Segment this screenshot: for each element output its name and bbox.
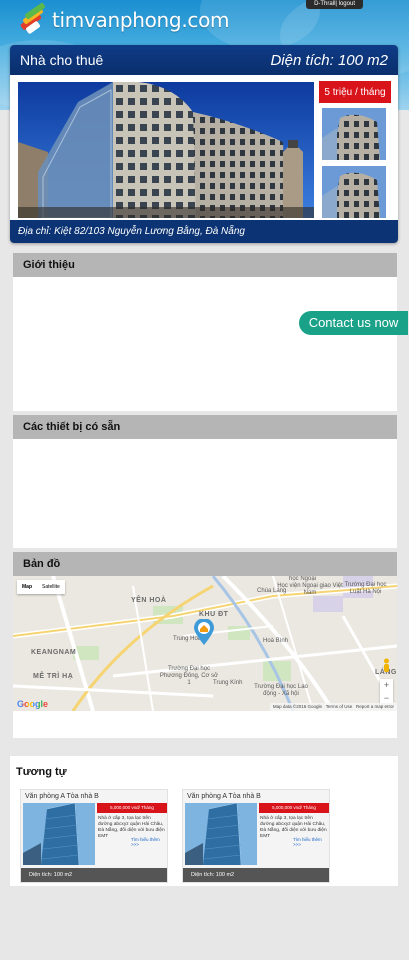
similar-card[interactable]: Văn phòng A Tòa nhà B 5,000,000 vnd/ Thá… <box>182 789 330 883</box>
map-terms-link[interactable]: Terms of Use <box>326 704 353 709</box>
main-photo[interactable] <box>18 82 314 218</box>
map-footer: Map data ©2016 Google Terms of Use Repor… <box>269 703 397 711</box>
zoom-in-button[interactable]: + <box>380 679 393 692</box>
map-type-control: Map Satellite <box>17 580 65 594</box>
property-address: Địa chỉ: Kiệt 82/103 Nguyễn Lương Bằng, … <box>10 220 398 243</box>
separator: | <box>335 1 337 7</box>
property-card: Nhà cho thuê Diện tích: 100 m2 5 triệu /… <box>10 45 398 243</box>
user-link[interactable]: D-Thrall <box>314 1 335 7</box>
map-label-lao-dong: Trường Đại học Lao động - Xã hội <box>254 684 308 697</box>
map-label-phuong-dong: Trường Đại học Phương Đông, Cơ sở 1 <box>159 666 219 686</box>
similar-card[interactable]: Văn phòng A Tòa nhà B 5,000,000 vnd/ Thá… <box>20 789 168 883</box>
thumbnail-2[interactable] <box>322 166 386 218</box>
logout-link[interactable]: logout <box>339 1 355 7</box>
map-data-credit: Map data ©2016 Google <box>272 704 323 709</box>
logo-text: timvanphong.com <box>52 8 230 32</box>
similar-more-link[interactable]: Tìm hiểu thêm >>> <box>293 837 329 847</box>
similar-more-link[interactable]: Tìm hiểu thêm >>> <box>131 837 167 847</box>
similar-area: Diện tích: 100 m2 <box>21 868 167 882</box>
contact-us-button[interactable]: Contact us now <box>299 311 408 335</box>
map-type-satellite[interactable]: Satellite <box>37 580 65 594</box>
similar-name: Văn phòng A Tòa nhà B <box>187 793 261 800</box>
thumbnail-1[interactable] <box>322 108 386 160</box>
map-label-me-tri-ha: MỄ TRÌ HẠ <box>33 673 74 680</box>
equipment-section: Các thiết bị có sẵn <box>13 415 397 548</box>
map-type-map[interactable]: Map <box>17 580 37 594</box>
similar-photo[interactable] <box>185 803 257 865</box>
section-title-equipment: Các thiết bị có sẵn <box>13 415 397 439</box>
map-label-hoc-ngoai: học Ngoại <box>289 576 317 582</box>
pegman-icon[interactable] <box>382 658 391 674</box>
map-label-trung-kinh: Trung Kính <box>213 680 243 686</box>
google-logo: Google <box>17 699 48 709</box>
price-tag: 5 triệu / tháng <box>319 81 391 103</box>
logo-icon <box>18 2 46 35</box>
similar-price: 5,000,000 vnd/ Tháng <box>259 803 329 813</box>
map-section: Bản đồ Map Satellite YÊN HOÀ KEANGNAM MỄ… <box>13 552 397 738</box>
similar-price: 5,000,000 vnd/ Tháng <box>97 803 167 813</box>
user-bar: D-Thrall| logout <box>306 0 363 9</box>
map-report-link[interactable]: Report a map error <box>356 704 394 709</box>
section-title-map: Bản đồ <box>13 552 397 576</box>
location-marker-icon[interactable] <box>194 619 214 645</box>
similar-photo[interactable] <box>23 803 95 865</box>
map-label-dh-luat: Trường Đại học Luật Hà Nội <box>344 582 387 595</box>
similar-title: Tương tự <box>16 766 67 778</box>
section-title-intro: Giới thiệu <box>13 253 397 277</box>
property-header: Nhà cho thuê Diện tích: 100 m2 <box>10 45 398 75</box>
similar-section: Tương tự Văn phòng A Tòa nhà B 5,000,000… <box>10 756 398 886</box>
map-label-keangnam: KEANGNAM <box>31 649 77 656</box>
map-label-khu-dt: KHU ĐT <box>199 611 229 618</box>
similar-name: Văn phòng A Tòa nhà B <box>25 793 99 800</box>
property-title: Nhà cho thuê <box>20 52 104 68</box>
google-map[interactable]: Map Satellite YÊN HOÀ KEANGNAM MỄ TRÌ HẠ… <box>13 576 397 711</box>
map-label-yen-hoa: YÊN HOÀ <box>131 597 167 604</box>
similar-area: Diện tích: 100 m2 <box>183 868 329 882</box>
property-area: Diện tích: 100 m2 <box>270 51 388 69</box>
site-logo[interactable]: timvanphong.com <box>18 2 230 35</box>
map-label-chua-lang: Chùa Láng <box>257 588 287 594</box>
map-label-hoa-binh: Hoà Bình <box>263 638 289 644</box>
zoom-control: + − <box>380 679 393 705</box>
